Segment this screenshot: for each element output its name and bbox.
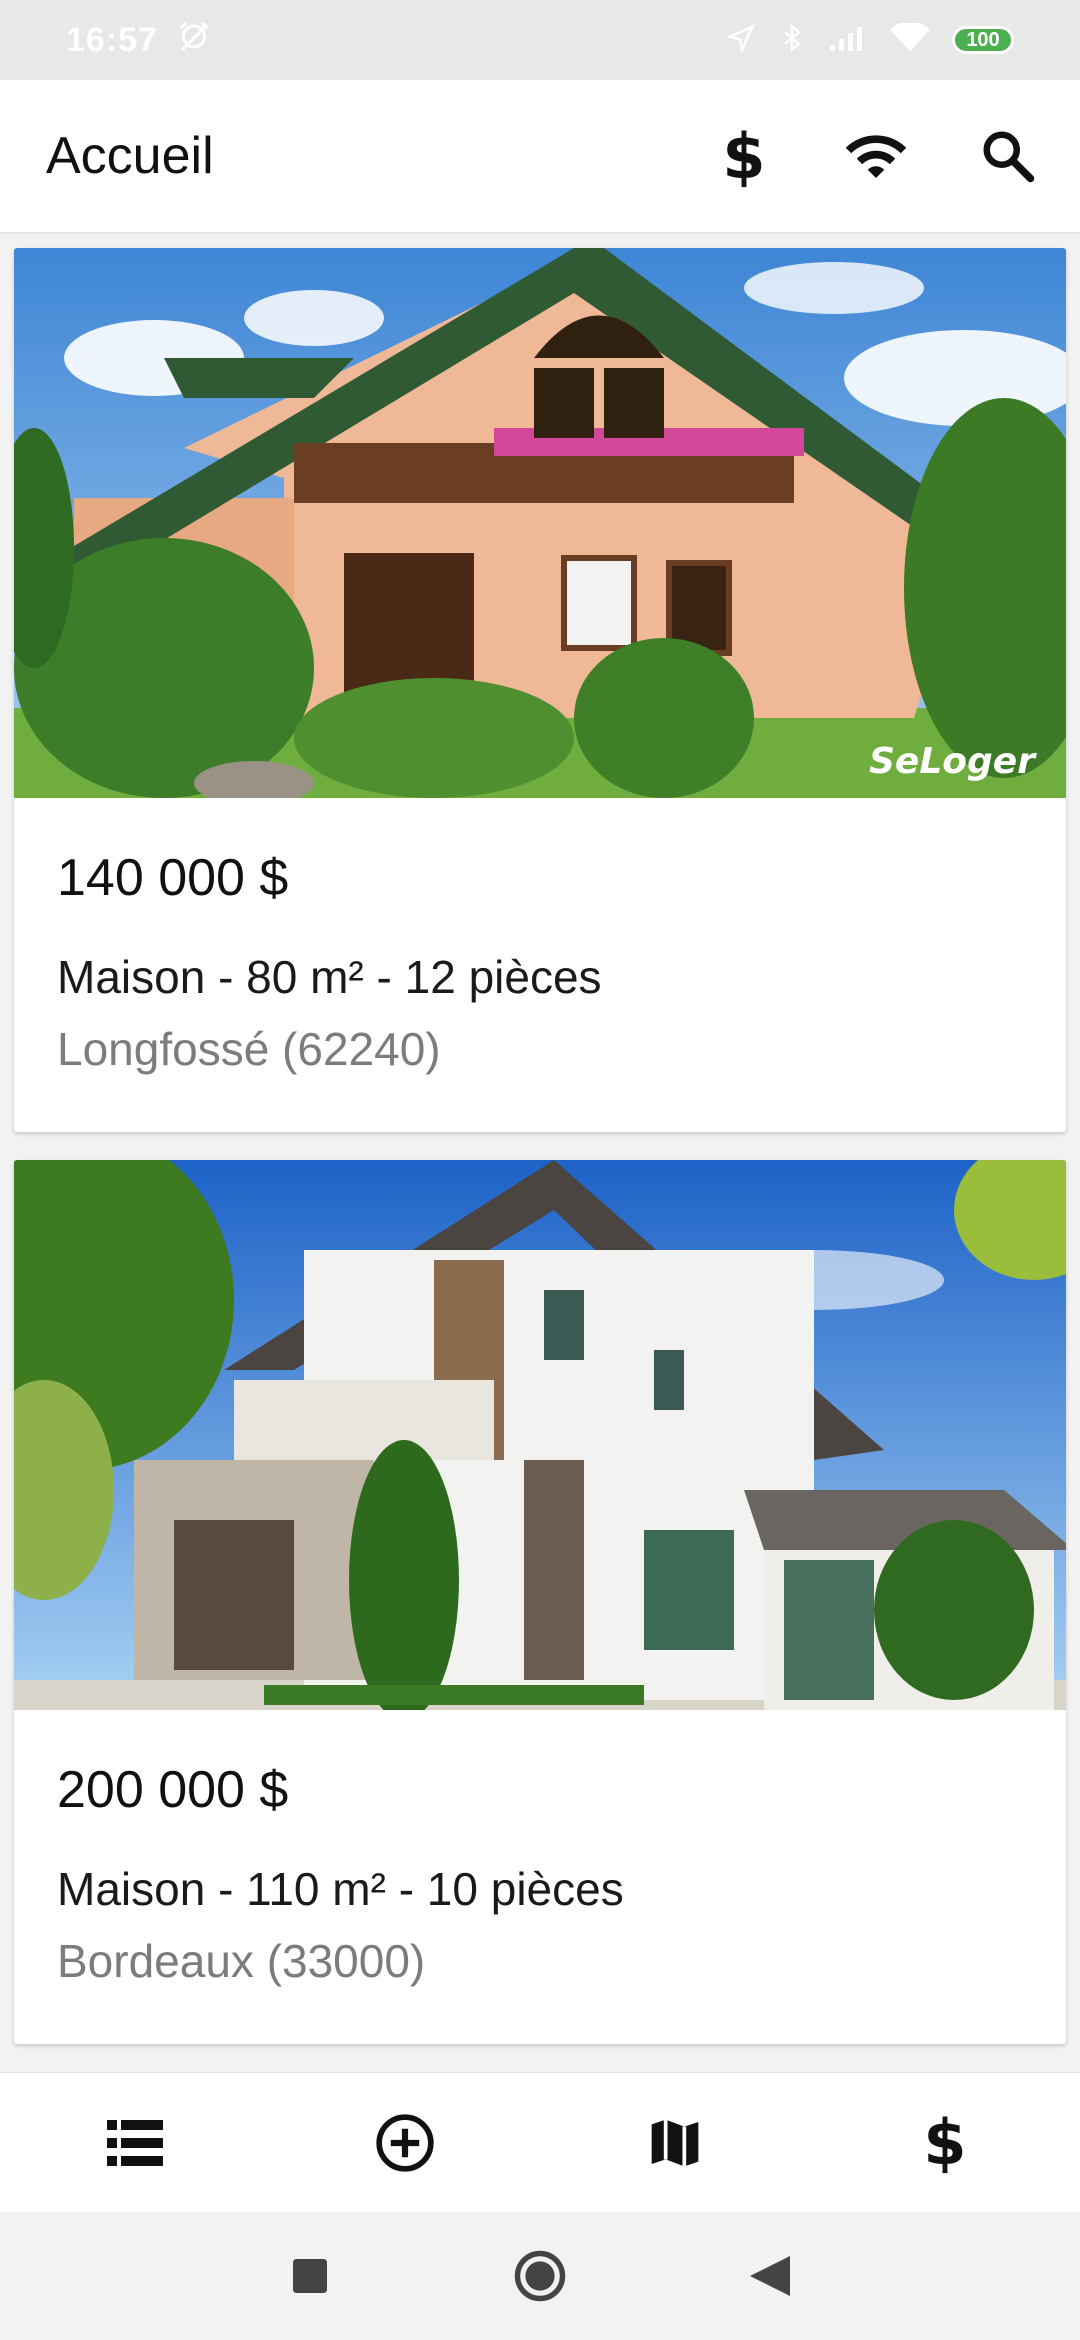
map-icon (651, 2119, 699, 2166)
search-button[interactable] (970, 118, 1046, 194)
signal-icon (828, 23, 868, 58)
search-icon (983, 131, 1035, 183)
home-circle-icon (514, 2250, 566, 2302)
listing-details: Maison - 80 m² - 12 pièces (57, 951, 602, 1003)
wifi-icon (845, 135, 907, 178)
listing-photo: SeLoger (14, 248, 1066, 798)
status-time: 16:57 (66, 20, 158, 59)
app-bar: Accueil $ (0, 80, 1080, 234)
status-bar: 16:57 100 (0, 0, 1080, 80)
home-button[interactable] (500, 2236, 580, 2316)
status-right: 100 (725, 20, 1014, 59)
currency-icon: $ (923, 2106, 967, 2179)
wifi-button[interactable] (838, 118, 914, 194)
listing-photo (14, 1160, 1066, 1710)
nav-add-button[interactable] (335, 2083, 475, 2203)
bluetooth-icon (778, 22, 806, 59)
back-triangle-icon (750, 2256, 790, 2296)
currency-button[interactable]: $ (706, 118, 782, 194)
back-button[interactable] (730, 2236, 810, 2316)
add-circle-icon (376, 2113, 434, 2172)
system-navigation (0, 2212, 1080, 2340)
listing-info: 140 000 $ Maison - 80 m² - 12 pièces Lon… (57, 848, 1036, 1076)
battery-icon: 100 (952, 26, 1014, 54)
listing-info: 200 000 $ Maison - 110 m² - 10 pièces Bo… (57, 1760, 1036, 1988)
square-icon (293, 2259, 327, 2293)
listing-card[interactable]: 200 000 $ Maison - 110 m² - 10 pièces Bo… (14, 1160, 1066, 2044)
listing-location: Longfossé (62240) (57, 1023, 441, 1075)
currency-icon: $ (722, 119, 766, 193)
listing-location: Bordeaux (33000) (57, 1935, 426, 1987)
listing-card[interactable]: SeLoger 140 000 $ Maison - 80 m² - 12 pi… (14, 248, 1066, 1132)
listing-details: Maison - 110 m² - 10 pièces (57, 1863, 624, 1915)
listing-price: 140 000 $ (57, 849, 289, 907)
wifi-icon (890, 20, 930, 58)
listing-list[interactable]: SeLoger 140 000 $ Maison - 80 m² - 12 pi… (0, 236, 1080, 2072)
nav-map-button[interactable] (605, 2083, 745, 2203)
page-title: Accueil (46, 127, 214, 185)
bottom-navigation: $ (0, 2072, 1080, 2212)
listing-price: 200 000 $ (57, 1761, 289, 1819)
location-icon (725, 23, 756, 58)
status-left: 16:57 (66, 20, 212, 61)
alarm-off-icon (176, 20, 212, 61)
recents-button[interactable] (270, 2236, 350, 2316)
nav-list-button[interactable] (65, 2083, 205, 2203)
photo-watermark: SeLoger (869, 741, 1037, 782)
list-icon (107, 2119, 163, 2166)
nav-currency-button[interactable]: $ (875, 2083, 1015, 2203)
app-bar-actions: $ (706, 118, 1046, 194)
